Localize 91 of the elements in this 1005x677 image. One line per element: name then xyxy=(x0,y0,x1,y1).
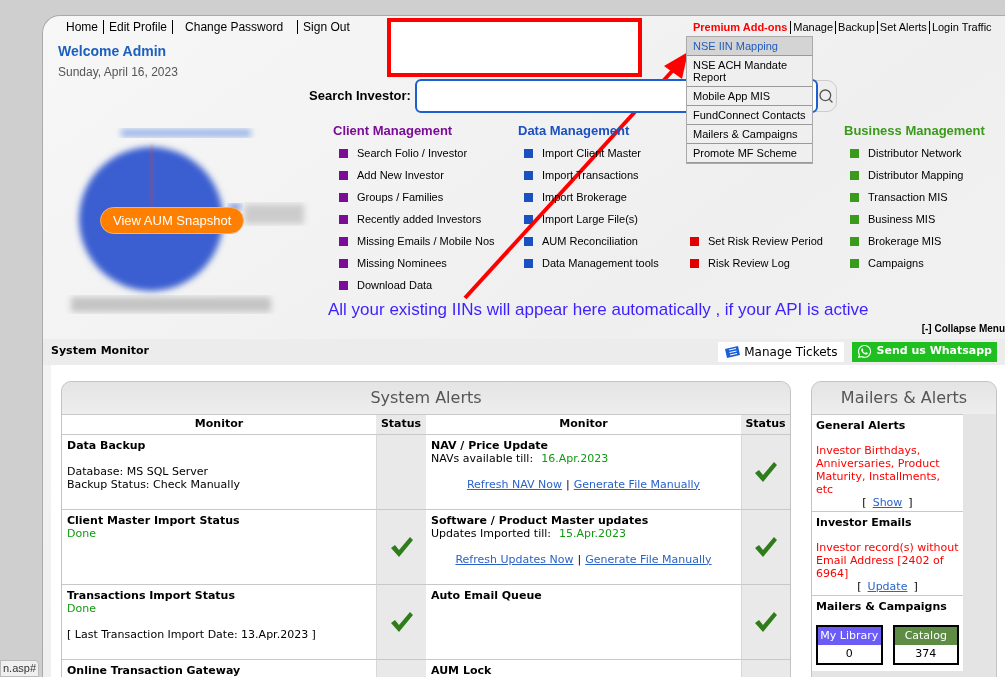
bracket-text: [ xyxy=(862,495,867,509)
menu-link[interactable]: Campaigns xyxy=(868,254,924,272)
dropdown-item[interactable]: Mobile App MIS xyxy=(687,87,812,106)
admin-nav-link[interactable]: Manage xyxy=(790,20,836,34)
menu-link[interactable]: Set Risk Review Period xyxy=(708,232,823,250)
admin-nav-link[interactable]: Login Traffic xyxy=(928,20,994,34)
top-nav-link[interactable]: Home xyxy=(61,20,103,34)
tile-header: My Library xyxy=(818,626,881,645)
section-title: Investor Emails xyxy=(816,515,913,529)
menu-link[interactable]: Import Large File(s) xyxy=(542,210,638,228)
menu-link[interactable]: Download Data xyxy=(357,276,433,294)
alert-message: Investor record(s) without Email Address [2402 of 6964] xyxy=(816,540,959,580)
manage-tickets-button[interactable]: Manage Tickets xyxy=(718,341,844,362)
menu-link[interactable]: Missing Emails / Mobile Nos xyxy=(357,232,495,250)
system-monitor-title: System Monitor xyxy=(51,343,150,360)
status-text: Done xyxy=(67,526,97,540)
admin-nav-link[interactable]: Set Alerts xyxy=(876,20,929,34)
menu-group-heading: Business Management xyxy=(844,122,986,140)
column-header: Status xyxy=(376,413,426,434)
menu-link[interactable]: Add New Investor xyxy=(357,166,444,184)
system-alerts-title: System Alerts xyxy=(62,381,790,414)
library-tile[interactable]: Catalog 374 xyxy=(892,624,959,665)
menu-link[interactable]: Distributor Mapping xyxy=(868,166,964,184)
top-nav-link[interactable]: Edit Profile xyxy=(103,20,173,34)
action-link[interactable]: Generate File Manually xyxy=(573,477,701,491)
mailers-title: Mailers & Alerts xyxy=(812,381,996,414)
monitor-title: AUM Lock xyxy=(431,663,493,677)
status-text: Done xyxy=(67,601,97,615)
monitor-title: NAV / Price Update xyxy=(431,438,550,452)
menu-link[interactable]: Data Management tools xyxy=(542,254,659,272)
collapse-menu-link[interactable]: [-] Collapse Menu xyxy=(921,320,1005,335)
top-nav-link[interactable]: Sign Out xyxy=(297,20,355,34)
note-text: Backup Status: Check Manually xyxy=(67,477,241,491)
search-label: Search Investor: xyxy=(309,87,411,106)
search-icon xyxy=(818,88,835,104)
menu-link[interactable]: Groups / Families xyxy=(357,188,444,206)
monitor-title: Online Transaction Gateway xyxy=(67,663,242,677)
admin-nav-link[interactable]: Premium Add-ons xyxy=(691,20,791,34)
menu-link[interactable]: Distributor Network xyxy=(868,144,962,162)
monitor-title: Data Backup xyxy=(67,438,147,452)
date-text: Sunday, April 16, 2023 xyxy=(58,64,179,81)
menu-link[interactable]: Missing Nominees xyxy=(357,254,447,272)
bracket-text: ] xyxy=(908,495,913,509)
note-text: [ Last Transaction Import Date: 13.Apr.2023 ] xyxy=(67,627,317,641)
menu-link[interactable]: Brokerage MIS xyxy=(868,232,942,250)
alert-link[interactable]: Show xyxy=(872,495,903,509)
action-link[interactable]: Refresh NAV Now xyxy=(466,477,562,491)
monitor-title: Transactions Import Status xyxy=(67,588,236,602)
whatsapp-icon xyxy=(856,344,872,359)
menu-group-heading: Client Management xyxy=(333,122,454,140)
detail-date: 16.Apr.2023 xyxy=(541,451,609,465)
menu-link[interactable]: AUM Reconciliation xyxy=(542,232,638,250)
detail-label: NAVs available till: xyxy=(431,451,534,465)
ticket-icon xyxy=(724,345,741,358)
column-header: Monitor xyxy=(426,413,741,434)
monitor-title: Auto Email Queue xyxy=(431,588,543,602)
detail-label: Updates Imported till: xyxy=(431,526,551,540)
menu-link[interactable]: Recently added Investors xyxy=(357,210,482,228)
status-bar-url: n.asp# xyxy=(0,660,40,677)
detail-date: 15.Apr.2023 xyxy=(559,526,627,540)
monitor-title: Client Master Import Status xyxy=(67,513,241,527)
menu-link[interactable]: Business MIS xyxy=(868,210,936,228)
menu-link[interactable]: Transaction MIS xyxy=(868,188,948,206)
admin-nav-link[interactable]: Backup xyxy=(835,20,877,34)
column-header: Status xyxy=(741,413,790,434)
alert-link[interactable]: Update xyxy=(867,579,908,593)
separator-text: | xyxy=(577,552,582,566)
menu-link[interactable]: Risk Review Log xyxy=(708,254,790,272)
section-title: General Alerts xyxy=(816,418,907,432)
blurred-legend-label xyxy=(244,204,304,224)
action-link[interactable]: Refresh Updates Now xyxy=(455,552,574,566)
monitor-title: Software / Product Master updates xyxy=(431,513,650,527)
dropdown-item[interactable]: FundConnect Contacts xyxy=(687,106,812,125)
alert-message: Investor Birthdays, Anniversaries, Product Maturity, Installments, etc xyxy=(816,443,942,496)
annotation-text: All your existing IINs will appear here automatically , if your API is active xyxy=(328,299,870,321)
bracket-text: ] xyxy=(913,579,918,593)
bracket-text: [ xyxy=(857,579,862,593)
dropdown-item[interactable]: Mailers & Campaigns xyxy=(687,125,812,144)
dropdown-item[interactable]: NSE ACH Mandate Report xyxy=(687,56,812,87)
section-title: Mailers & Campaigns xyxy=(816,599,948,613)
dropdown-item[interactable]: Promote MF Scheme xyxy=(687,144,812,163)
tile-header: Catalog xyxy=(894,626,957,645)
dropdown-item[interactable]: NSE IIN Mapping xyxy=(687,37,812,56)
library-tile[interactable]: My Library 0 xyxy=(816,624,883,665)
separator-text: | xyxy=(566,477,570,491)
note-text: Database: MS SQL Server xyxy=(67,464,209,478)
welcome-heading: Welcome Admin xyxy=(58,42,168,60)
column-header: Monitor xyxy=(62,413,376,434)
action-link[interactable]: Generate File Manually xyxy=(585,552,712,566)
top-nav-link[interactable]: Change Password xyxy=(172,20,298,34)
menu-link[interactable]: Search Folio / Investor xyxy=(357,144,468,162)
